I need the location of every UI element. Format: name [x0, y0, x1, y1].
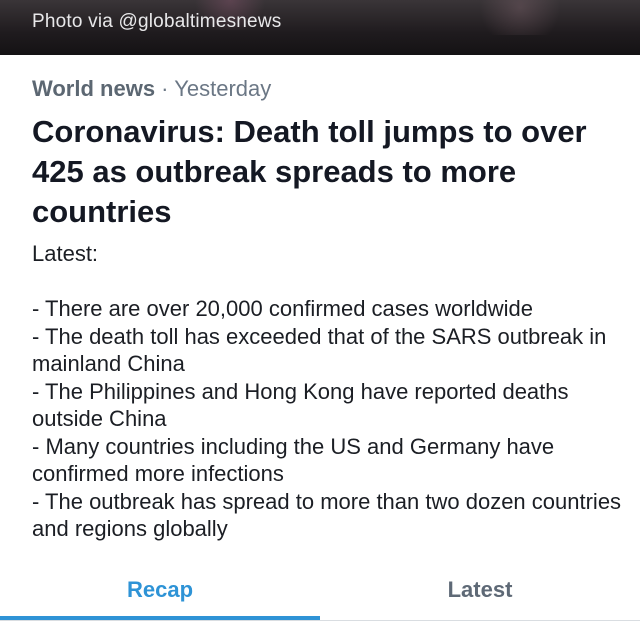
tab-label: Recap [126, 577, 194, 602]
category-label[interactable]: World news [32, 76, 155, 101]
headline: Coronavirus: Death toll jumps to over 42… [32, 114, 587, 229]
photo-texture [470, 0, 570, 35]
divider [0, 620, 640, 621]
tab-recap[interactable]: Recap [0, 560, 320, 620]
tab-latest[interactable]: Latest [320, 560, 640, 620]
meta-separator: · [155, 76, 175, 101]
header-photo[interactable]: Photo via @globaltimesnews [0, 0, 640, 55]
story-body: Latest: - There are over 20,000 confirme… [32, 241, 622, 541]
moment-card: Photo via @globaltimesnews World news · … [0, 0, 640, 640]
tab-bar: Recap Latest [0, 560, 640, 620]
photo-credit[interactable]: Photo via @globaltimesnews [32, 11, 281, 33]
tab-label: Latest [447, 577, 513, 602]
timestamp: Yesterday [174, 76, 272, 101]
story-meta: World news · Yesterday [32, 76, 271, 102]
